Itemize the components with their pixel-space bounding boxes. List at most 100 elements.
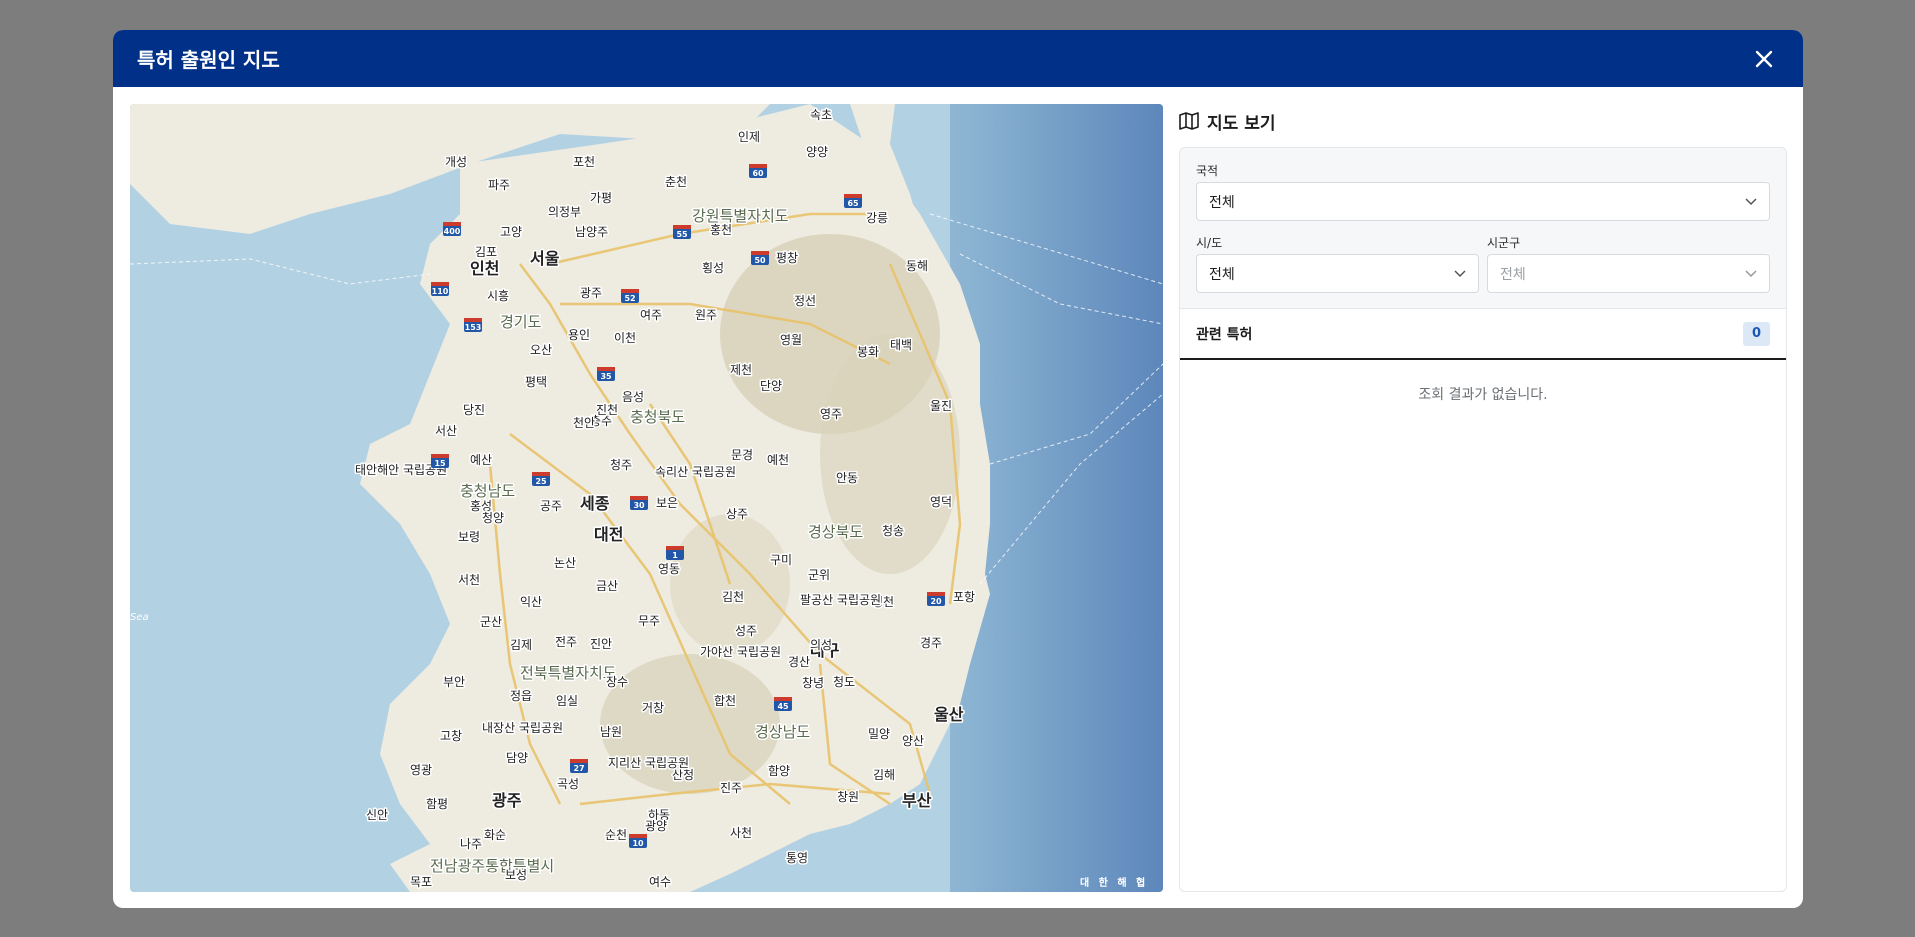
svg-text:함평: 함평 (426, 797, 448, 811)
svg-text:부안: 부안 (443, 675, 465, 689)
map-icon (1179, 112, 1199, 130)
svg-text:광주: 광주 (580, 286, 602, 300)
svg-text:파주: 파주 (488, 178, 510, 192)
chevron-down-icon (1745, 197, 1757, 205)
svg-text:함양: 함양 (768, 764, 790, 778)
map-label-major-city: 인천 (470, 259, 499, 278)
svg-text:고창: 고창 (440, 729, 462, 743)
svg-text:곡성: 곡성 (557, 777, 579, 791)
svg-text:제천: 제천 (730, 362, 752, 377)
map-label-province: 경상북도 (808, 523, 863, 541)
svg-text:영주: 영주 (820, 407, 842, 421)
svg-text:35: 35 (600, 372, 612, 381)
svg-text:김제: 김제 (510, 638, 532, 652)
district-label: 시군구 (1487, 236, 1521, 250)
svg-text:거창: 거창 (642, 701, 664, 715)
svg-text:예산: 예산 (470, 453, 492, 467)
svg-text:경산: 경산 (788, 655, 810, 669)
svg-text:시흥: 시흥 (487, 289, 509, 303)
svg-text:포천: 포천 (573, 154, 595, 169)
svg-text:합천: 합천 (714, 693, 736, 708)
map-label-major-city: 서울 (530, 249, 560, 268)
map-label-major-city: 부산 (902, 791, 932, 810)
svg-text:창녕: 창녕 (802, 676, 824, 690)
map-view[interactable]: 강원특별자치도 경기도 충청북도 충청남도 경상북도 전북특별자치도 경상남도 … (130, 104, 1163, 892)
svg-text:청도: 청도 (833, 675, 855, 689)
svg-text:내장산 국립공원: 내장산 국립공원 (482, 721, 563, 735)
svg-text:횡성: 횡성 (702, 261, 724, 275)
svg-text:60: 60 (752, 169, 764, 178)
chevron-down-icon (1454, 269, 1466, 277)
svg-text:보은: 보은 (656, 496, 678, 510)
svg-text:문경: 문경 (731, 448, 753, 462)
svg-text:오산: 오산 (530, 343, 552, 357)
svg-text:45: 45 (777, 702, 789, 711)
svg-text:강릉: 강릉 (866, 211, 888, 225)
map-label-major-city: 세종 (580, 494, 610, 513)
map-filter-panel: 지도 보기 국적 전체 시/도 전체 시군구 전체 관련 특허 0 조회 결과가… (1179, 104, 1787, 892)
district-select[interactable]: 전체 (1487, 254, 1770, 293)
svg-text:65: 65 (847, 199, 859, 208)
svg-text:춘천: 춘천 (665, 174, 687, 189)
svg-text:여주: 여주 (640, 308, 662, 322)
close-button[interactable] (1749, 44, 1779, 74)
district-value: 전체 (1500, 266, 1526, 283)
svg-text:지리산 국립공원: 지리산 국립공원 (608, 756, 689, 770)
svg-text:보성: 보성 (505, 868, 527, 882)
svg-text:진천: 진천 (596, 402, 618, 417)
svg-text:15: 15 (434, 459, 446, 468)
map-label-sea: 대 한 해 협 (1080, 876, 1148, 889)
svg-text:진주: 진주 (720, 781, 742, 795)
svg-text:순천: 순천 (605, 827, 627, 842)
svg-text:홍천: 홍천 (710, 222, 732, 237)
svg-text:사천: 사천 (730, 825, 752, 840)
svg-text:청주: 청주 (610, 458, 632, 472)
svg-text:속초: 속초 (810, 108, 832, 122)
chevron-down-icon (1745, 269, 1757, 277)
svg-text:가야산 국립공원: 가야산 국립공원 (700, 645, 781, 659)
modal-header: 특허 출원인 지도 (113, 30, 1803, 87)
svg-text:용인: 용인 (568, 328, 590, 342)
map-label-province: 강원특별자치도 (692, 207, 789, 225)
svg-text:남원: 남원 (600, 725, 622, 739)
map-label-province: 전남광주통합특별시 (430, 857, 554, 875)
svg-text:52: 52 (624, 294, 635, 303)
svg-text:목포: 목포 (410, 875, 432, 889)
svg-text:광양: 광양 (645, 819, 667, 833)
related-patents-count-badge: 0 (1743, 321, 1770, 346)
nationality-select[interactable]: 전체 (1196, 182, 1770, 221)
svg-text:단양: 단양 (760, 379, 782, 393)
svg-text:보령: 보령 (458, 530, 480, 544)
svg-text:영월: 영월 (780, 333, 802, 347)
svg-text:여수: 여수 (649, 875, 671, 889)
svg-text:청양: 청양 (482, 511, 504, 525)
svg-text:의성: 의성 (810, 638, 832, 652)
svg-text:영덕: 영덕 (930, 495, 952, 509)
province-select[interactable]: 전체 (1196, 254, 1479, 293)
panel-title: 지도 보기 (1207, 113, 1276, 134)
svg-text:공주: 공주 (540, 499, 562, 513)
svg-text:동해: 동해 (906, 259, 928, 273)
svg-text:금산: 금산 (596, 579, 618, 593)
svg-text:태백: 태백 (890, 338, 912, 352)
svg-text:50: 50 (754, 256, 766, 265)
svg-text:남양주: 남양주 (575, 225, 608, 239)
map-label-province: 전북특별자치도 (520, 664, 617, 682)
svg-text:가평: 가평 (590, 191, 612, 205)
svg-text:음성: 음성 (622, 390, 644, 404)
svg-text:산청: 산청 (672, 768, 694, 782)
svg-text:화순: 화순 (484, 828, 506, 842)
svg-text:전주: 전주 (555, 635, 577, 649)
svg-text:이천: 이천 (614, 330, 636, 345)
svg-text:포항: 포항 (953, 590, 975, 604)
svg-text:서산: 서산 (435, 424, 457, 438)
svg-text:서천: 서천 (458, 572, 480, 587)
modal-title: 특허 출원인 지도 (137, 48, 280, 72)
svg-text:논산: 논산 (554, 556, 576, 570)
svg-text:평창: 평창 (776, 251, 798, 265)
svg-text:정읍: 정읍 (510, 689, 532, 703)
svg-text:153: 153 (465, 323, 482, 332)
svg-text:400: 400 (444, 227, 461, 236)
svg-text:안동: 안동 (836, 471, 858, 485)
svg-text:원주: 원주 (695, 308, 717, 322)
